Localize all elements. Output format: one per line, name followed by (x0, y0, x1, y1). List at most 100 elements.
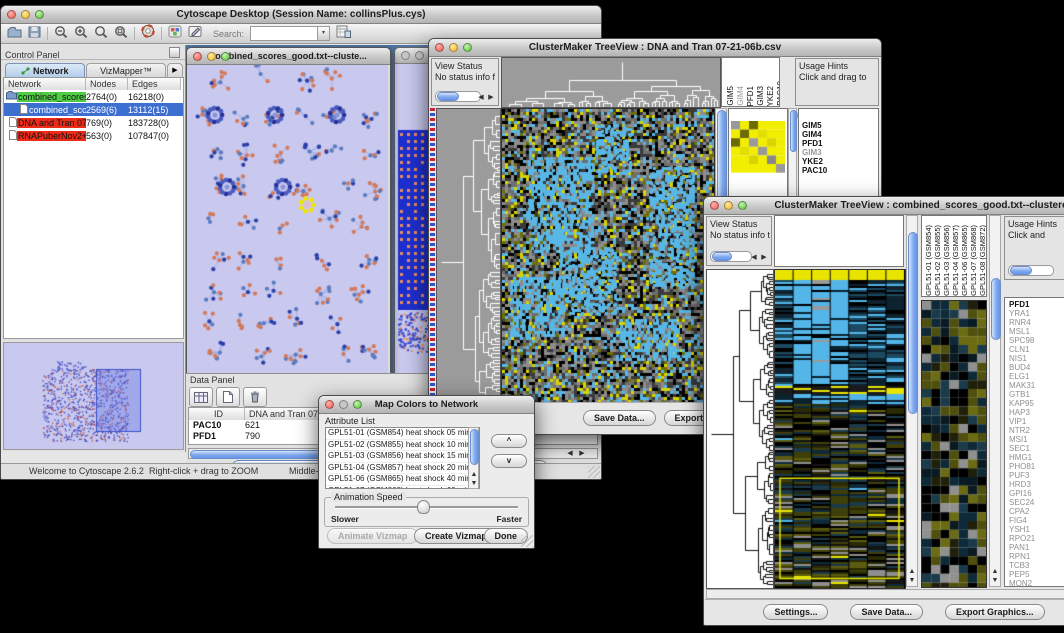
tv2-gene-label[interactable]: TCB3 (1009, 561, 1064, 570)
tv2-gene-label[interactable]: BUD4 (1009, 363, 1064, 372)
zoom-in-icon[interactable] (74, 25, 88, 43)
tv2-gene-label[interactable]: NTR2 (1009, 426, 1064, 435)
tv1-row-label[interactable]: GIM4 (802, 130, 878, 139)
tv2-gene-label[interactable]: YSH1 (1009, 525, 1064, 534)
attribute-list-item[interactable]: GPL51-06 (GSM865) heat shock 40 min (326, 474, 479, 486)
tv1-heatmap-canvas[interactable] (501, 108, 715, 403)
column-header-id[interactable]: ID (189, 408, 245, 420)
network-overview-panel[interactable] (3, 342, 184, 450)
attribute-list-scrollbar[interactable]: ▲ ▼ (468, 427, 479, 489)
tab-network[interactable]: Network (5, 63, 85, 78)
tv2-gene-label[interactable]: MSI1 (1009, 435, 1064, 444)
tv2-gene-label[interactable]: SEC1 (1009, 444, 1064, 453)
scroll-left-icon[interactable]: ◀ (476, 94, 486, 102)
animate-vizmap-button[interactable]: Animate Vizmap (327, 528, 418, 544)
scroll-right-icon[interactable]: ▶ (486, 94, 496, 102)
scroll-down-icon[interactable]: ▼ (990, 577, 1000, 585)
window-controls[interactable] (435, 43, 472, 52)
table-row[interactable]: combined_sco2569(6)13112(15) (4, 103, 183, 116)
tv1-row-label[interactable]: GIM3 (802, 148, 878, 157)
tv2-gene-label[interactable]: SPC98 (1009, 336, 1064, 345)
tv2-zoom-heatmap-canvas[interactable] (921, 300, 987, 588)
tv2-hints-scrollbar[interactable] (1008, 265, 1054, 276)
move-down-button[interactable]: v (491, 454, 527, 468)
tv1-row-label[interactable]: PAC10 (802, 166, 878, 175)
scroll-right-icon[interactable]: ▶ (577, 450, 587, 458)
tv2-gene-label[interactable]: CPA2 (1009, 507, 1064, 516)
tv2-gene-label[interactable]: HMG1 (1009, 453, 1064, 462)
tv2-gene-label[interactable]: FIG4 (1009, 516, 1064, 525)
table-row[interactable]: combined_scores2764(0)16218(0) (4, 90, 183, 103)
tv1-zoom-heatmap-canvas[interactable] (731, 121, 785, 173)
tv2-array-label[interactable]: GPL51-06 (GSM865) (960, 225, 969, 296)
tv1-column-dendrogram[interactable] (501, 57, 721, 108)
tv2-gene-label[interactable]: HAP3 (1009, 408, 1064, 417)
search-dropdown-arrow[interactable]: ▾ (317, 27, 329, 40)
tv2-gene-label[interactable]: GTB1 (1009, 390, 1064, 399)
scroll-up-icon[interactable]: ▲ (990, 568, 1000, 576)
tv2-gene-label[interactable]: ELG1 (1009, 372, 1064, 381)
scroll-up-icon[interactable]: ▲ (907, 568, 917, 576)
tv2-heatmap-canvas[interactable] (774, 269, 906, 589)
tv1-column-label[interactable]: YKE2 (766, 86, 775, 106)
column-header[interactable]: Network (4, 78, 86, 90)
tv2-gene-label[interactable]: PUF3 (1009, 471, 1064, 480)
tv2-gene-label[interactable]: GPI16 (1009, 489, 1064, 498)
save-icon[interactable] (28, 25, 41, 43)
more-tabs-arrow[interactable]: ▶ (167, 63, 183, 78)
tv2-gene-label[interactable]: SEC24 (1009, 498, 1064, 507)
tv1-column-label[interactable]: GIM4 (736, 86, 745, 106)
window-controls[interactable] (710, 201, 747, 210)
tv2-gene-label[interactable]: NIS1 (1009, 354, 1064, 363)
network-view-window[interactable]: combined_scores_good.txt--cluste... (186, 47, 391, 375)
tv2-heatmap-vscrollbar[interactable]: ▲ ▼ (906, 215, 918, 587)
column-header[interactable]: Edges (128, 78, 181, 90)
tv2-gene-label[interactable]: HRD3 (1009, 480, 1064, 489)
tv1-column-label[interactable]: GIM5 (726, 86, 735, 106)
tv1-row-label[interactable]: GIM5 (802, 121, 878, 130)
tv2-array-label[interactable]: GPL51-08 (GSM872) (978, 225, 987, 296)
open-folder-icon[interactable] (7, 25, 22, 43)
tv2-gene-label[interactable]: MAK31 (1009, 381, 1064, 390)
delete-attribute-icon[interactable] (243, 387, 267, 407)
float-panel-icon[interactable] (169, 47, 180, 58)
vizmapper-palette-icon[interactable] (168, 25, 182, 43)
attribute-table-icon[interactable] (189, 387, 213, 407)
tv1-row-label[interactable]: PFD1 (802, 139, 878, 148)
window-controls[interactable] (7, 10, 44, 19)
tv2-gene-label[interactable]: PHO81 (1009, 462, 1064, 471)
tv2-array-label[interactable]: GPL51-03 (GSM856) (942, 225, 951, 296)
scroll-down-icon[interactable]: ▼ (907, 577, 917, 585)
tv2-array-label[interactable]: GPL51-02 (GSM855) (933, 225, 942, 296)
zoom-out-icon[interactable] (54, 25, 68, 43)
tv2-settings-button[interactable]: Settings... (763, 604, 828, 620)
attribute-list-item[interactable]: GPL51-07 (GSM868) heat shock 60 min (326, 486, 479, 490)
tv2-gene-label[interactable]: CLN1 (1009, 345, 1064, 354)
tv2-gene-label[interactable]: RPO21 (1009, 534, 1064, 543)
resize-grip[interactable] (588, 466, 600, 478)
tv2-bottom-scroll-strip[interactable] (706, 589, 1064, 599)
tv2-gene-label[interactable]: YRA1 (1009, 309, 1064, 318)
tv2-zoom-vscrollbar[interactable]: ▲ ▼ (989, 215, 1001, 587)
tv2-gene-label[interactable]: RNR4 (1009, 318, 1064, 327)
scroll-up-icon[interactable]: ▲ (469, 471, 479, 479)
tv1-row-label[interactable]: YKE2 (802, 157, 878, 166)
attribute-list-item[interactable]: GPL51-03 (GSM856) heat shock 15 min (326, 451, 479, 463)
treeview2-title-bar[interactable]: ClusterMaker TreeView : combined_scores_… (704, 197, 1064, 215)
attribute-list-item[interactable]: GPL51-02 (GSM855) heat shock 10 min (326, 440, 479, 452)
new-attribute-icon[interactable] (216, 387, 240, 407)
search-combo[interactable]: ▾ (250, 26, 330, 41)
scroll-right-icon[interactable]: ▶ (759, 254, 769, 262)
search-input[interactable] (251, 27, 317, 40)
zoom-actual-icon[interactable] (94, 25, 108, 43)
tv2-gene-label[interactable]: VIP1 (1009, 417, 1064, 426)
tv2-gene-label[interactable]: PFD1 (1009, 300, 1064, 309)
annotation-icon[interactable] (188, 25, 203, 43)
tv2-gene-label[interactable]: MSL1 (1009, 327, 1064, 336)
treeview1-title-bar[interactable]: ClusterMaker TreeView : DNA and Tran 07-… (429, 39, 881, 57)
attribute-list-item[interactable]: GPL51-04 (GSM857) heat shock 20 min (326, 463, 479, 475)
tv1-column-label[interactable]: PAC10 (776, 81, 780, 106)
scroll-left-icon[interactable]: ◀ (565, 450, 575, 458)
zoom-fit-icon[interactable] (114, 25, 128, 43)
table-row[interactable]: RNAPuberNov2+563(0)107847(0) (4, 129, 183, 142)
